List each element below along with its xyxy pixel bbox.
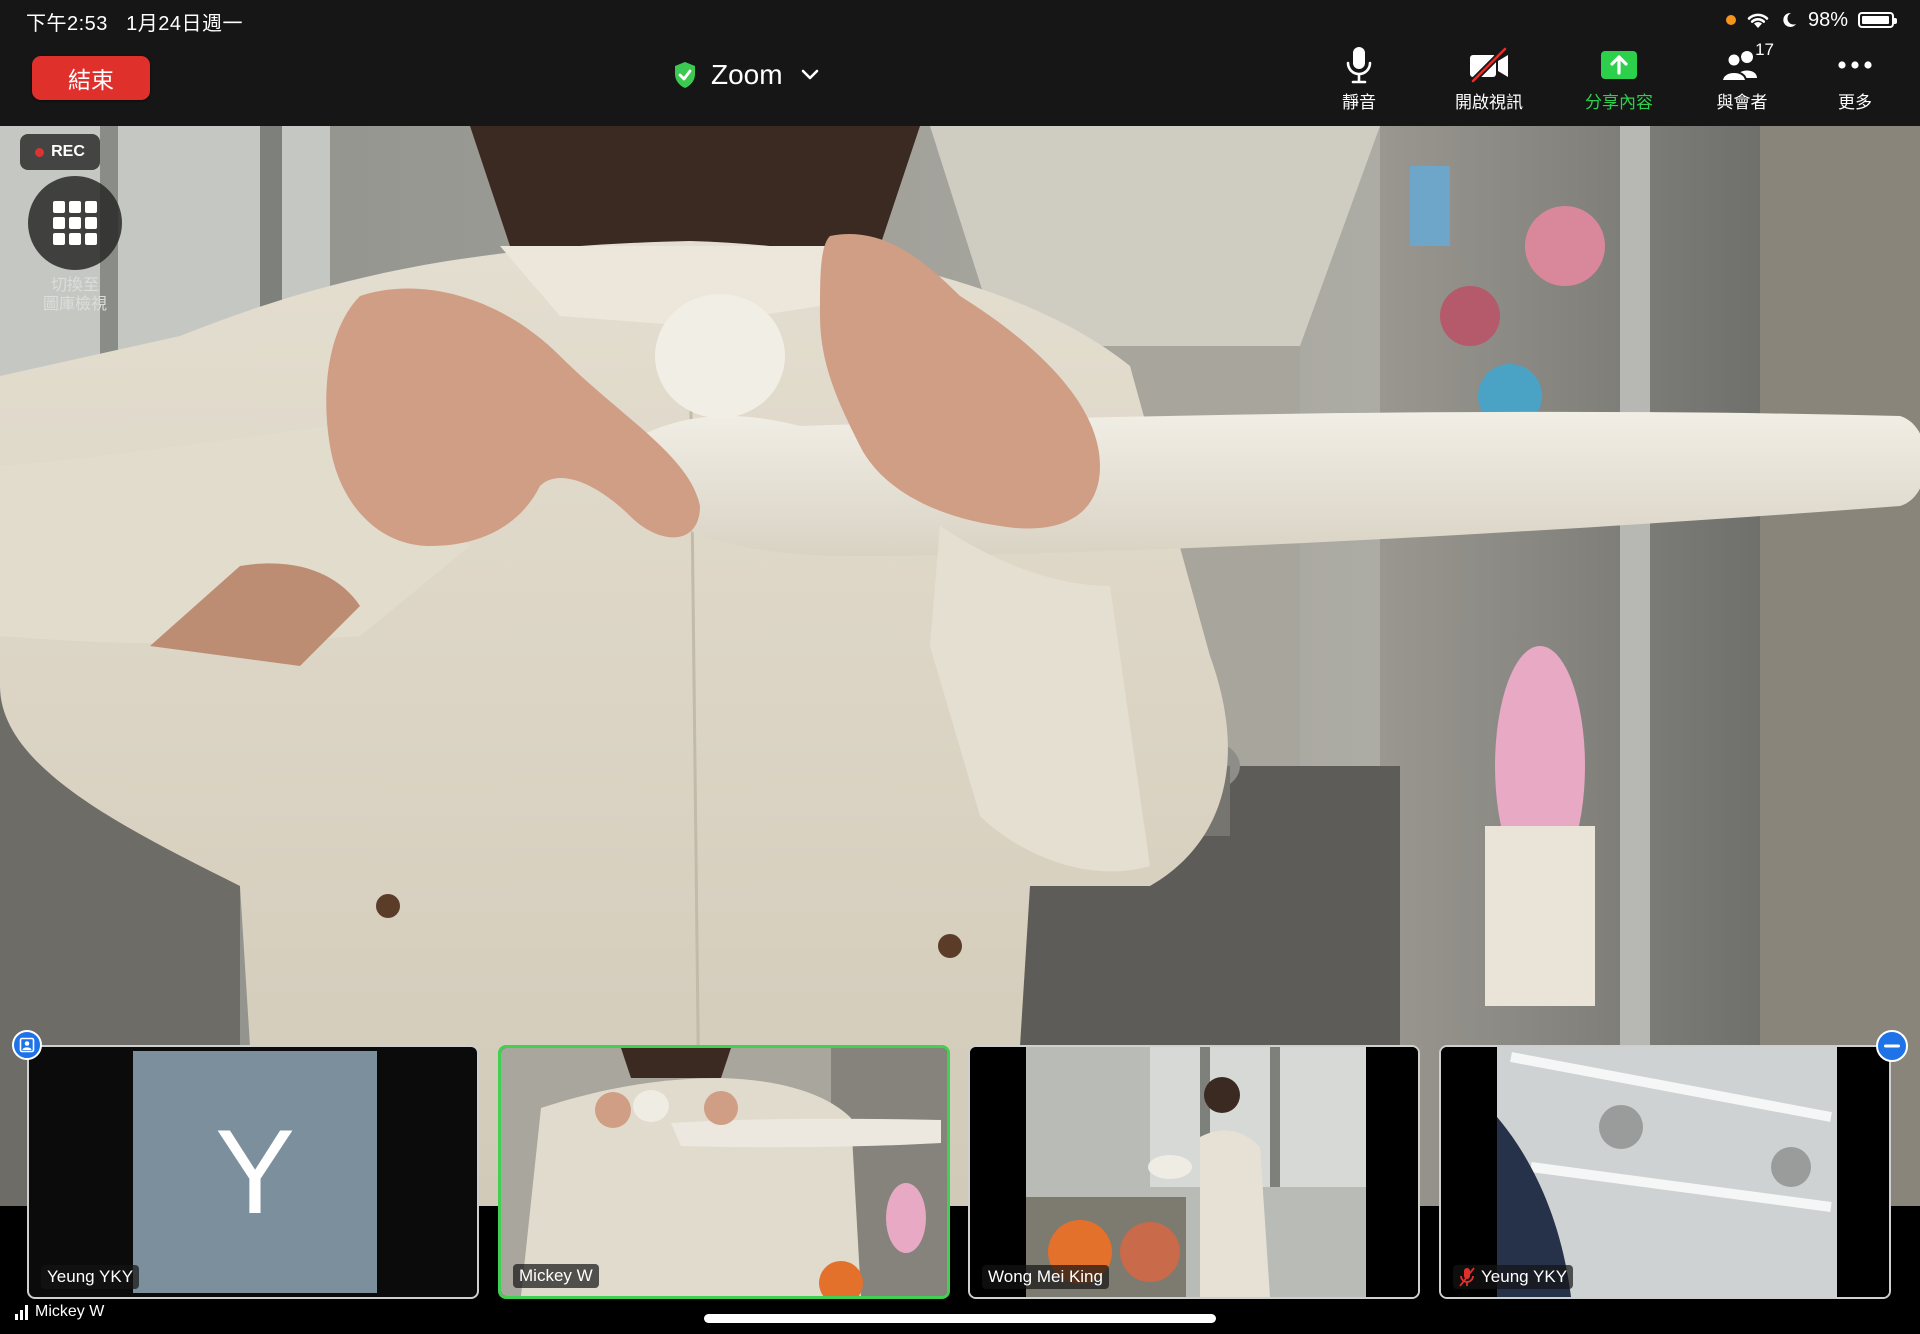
status-time: 下午2:53: [26, 13, 108, 35]
recording-indicator: REC: [20, 134, 100, 170]
participant-thumbnail[interactable]: Yeung YKY: [1439, 1045, 1891, 1299]
start-video-button[interactable]: 開啟視訊: [1434, 44, 1544, 114]
participant-name: Wong Mei King: [988, 1267, 1103, 1286]
pin-video-icon[interactable]: [12, 1030, 42, 1060]
home-indicator[interactable]: [704, 1314, 1216, 1323]
shield-check-icon: [675, 62, 695, 88]
share-screen-icon: [1595, 44, 1643, 86]
start-video-label: 開啟視訊: [1455, 93, 1523, 112]
meeting-title: Zoom: [711, 59, 783, 90]
status-indicators: 98%: [1725, 7, 1897, 33]
participants-label: 與會者: [1716, 93, 1768, 112]
mic-muted-icon: [1459, 1267, 1475, 1287]
speaker-video-frame: [0, 126, 1920, 1206]
avatar-initial: Y: [214, 1105, 296, 1239]
mute-label: 靜音: [1342, 93, 1376, 112]
share-content-button[interactable]: 分享內容: [1564, 44, 1674, 114]
active-speaker-video[interactable]: [0, 126, 1920, 1206]
active-speaker-indicator: Mickey W: [14, 1303, 104, 1321]
participant-name-label: Yeung YKY: [1453, 1265, 1574, 1289]
participant-name-label: Yeung YKY: [41, 1265, 140, 1289]
participant-video: [970, 1047, 1418, 1297]
meeting-toolbar: 結束 Zoom 靜音 開啟視訊 分享內容 17 與會者 更多: [0, 40, 1920, 126]
collapse-thumbnails-icon[interactable]: [1876, 1030, 1908, 1062]
participant-thumbnail[interactable]: Y Yeung YKY: [27, 1045, 479, 1299]
participant-name: Yeung YKY: [1481, 1267, 1568, 1286]
more-dots-icon: [1831, 44, 1879, 86]
participant-video: [1441, 1047, 1889, 1297]
participant-thumbnail-active[interactable]: Mickey W: [498, 1045, 950, 1299]
participant-name: Yeung YKY: [47, 1267, 134, 1286]
participant-name-label: Mickey W: [513, 1264, 599, 1288]
share-content-label: 分享內容: [1585, 93, 1653, 112]
more-button[interactable]: 更多: [1800, 44, 1910, 114]
participant-name-label: Wong Mei King: [982, 1265, 1109, 1289]
end-meeting-button[interactable]: 結束: [32, 56, 150, 100]
participant-name: Mickey W: [519, 1266, 593, 1285]
meeting-title-dropdown[interactable]: Zoom: [673, 52, 819, 98]
mic-in-use-indicator: [1725, 15, 1736, 25]
status-date: 1月24日週一: [126, 13, 243, 35]
switch-to-gallery-label: 切換至 圖庫檢視: [20, 276, 130, 314]
battery-percent: 98%: [1807, 8, 1848, 31]
rec-label: REC: [51, 143, 85, 160]
more-label: 更多: [1838, 93, 1872, 112]
grid-icon: [53, 201, 97, 245]
switch-to-gallery-button[interactable]: [28, 176, 122, 270]
gallery-label-line2: 圖庫檢視: [42, 296, 107, 313]
participant-video: [501, 1048, 947, 1296]
video-off-icon: [1465, 44, 1513, 86]
status-datetime: 下午2:53 1月24日週一: [26, 7, 243, 36]
record-dot-icon: [35, 147, 45, 157]
participants-icon: 17: [1718, 40, 1774, 86]
wifi-icon: [1747, 13, 1769, 28]
battery-fill: [1862, 16, 1890, 24]
active-speaker-name: Mickey W: [35, 1303, 105, 1320]
chevron-down-icon: [801, 69, 818, 80]
microphone-icon: [1335, 44, 1383, 86]
participants-count: 17: [1755, 40, 1774, 59]
battery-icon: [1858, 12, 1897, 28]
signal-bars-icon: [15, 1305, 28, 1320]
moon-icon: [1783, 12, 1796, 27]
participants-button[interactable]: 17 與會者: [1687, 40, 1797, 114]
mute-button[interactable]: 靜音: [1304, 44, 1414, 114]
participant-thumbnail[interactable]: Wong Mei King: [968, 1045, 1420, 1299]
participant-avatar: Y: [133, 1051, 377, 1293]
status-bar: 下午2:53 1月24日週一 98%: [0, 0, 1920, 40]
gallery-label-line1: 切換至: [50, 277, 99, 294]
